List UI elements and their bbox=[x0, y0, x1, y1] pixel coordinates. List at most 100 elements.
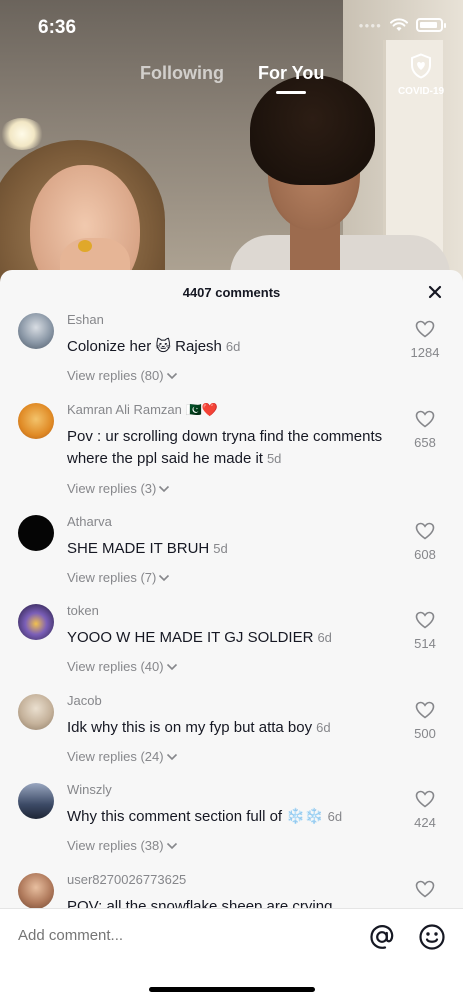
heart-icon bbox=[415, 611, 435, 629]
heart-icon bbox=[415, 410, 435, 427]
tab-following[interactable]: Following bbox=[140, 63, 224, 84]
comment-username[interactable]: Winszly bbox=[67, 782, 112, 797]
heart-icon bbox=[415, 522, 435, 539]
avatar[interactable] bbox=[18, 514, 54, 551]
chevron-down-icon bbox=[166, 753, 177, 760]
close-icon[interactable] bbox=[425, 282, 445, 302]
heart-icon bbox=[415, 790, 435, 808]
comment-text: Colonize her 🐱 Rajesh 6d bbox=[67, 336, 392, 358]
like-button[interactable]: 1284 bbox=[405, 320, 445, 360]
like-count: 658 bbox=[414, 434, 436, 450]
comments-count-title: 4407 comments bbox=[182, 285, 281, 300]
comment-username[interactable]: Eshan bbox=[67, 312, 104, 327]
comment-username[interactable]: user8270026773625 bbox=[67, 872, 186, 887]
comment-username[interactable]: Atharva bbox=[67, 514, 112, 529]
comment-body: SHE MADE IT BRUH bbox=[67, 539, 210, 557]
view-replies-label: View replies (3) bbox=[67, 480, 157, 496]
covid-info-button[interactable]: COVID-19 bbox=[395, 53, 447, 97]
comment-time: 6d bbox=[316, 719, 331, 735]
chevron-down-icon bbox=[166, 842, 177, 850]
like-count: 1284 bbox=[410, 345, 440, 360]
like-button[interactable]: 424 bbox=[405, 790, 445, 830]
view-replies-button[interactable]: View replies (38) bbox=[67, 838, 178, 853]
comments-header: 4407 comments bbox=[0, 270, 463, 315]
view-replies-label: View replies (80) bbox=[67, 368, 164, 383]
comment-body: Why this comment section full of ❄️❄️ bbox=[67, 808, 324, 825]
heart-icon bbox=[415, 320, 435, 338]
comment-username[interactable]: Jacob bbox=[67, 693, 102, 708]
shield-heart-icon bbox=[411, 53, 431, 79]
comment-body: Pov : ur scrolling down tryna find the c… bbox=[67, 427, 383, 467]
avatar[interactable] bbox=[18, 313, 54, 349]
comment-time: 5d bbox=[213, 540, 228, 556]
avatar[interactable] bbox=[18, 872, 54, 908]
signal-icon: ●●●● bbox=[358, 20, 382, 30]
view-replies-button[interactable]: View replies (24) bbox=[67, 749, 178, 764]
tab-active-indicator bbox=[276, 91, 306, 94]
like-count: 514 bbox=[414, 636, 436, 651]
comment-body: POV: all the snowflake sheep are crying bbox=[67, 897, 333, 909]
comment-username[interactable]: Kamran Ali Ramzan 🇵🇰❤️ bbox=[67, 402, 218, 418]
comment-item: Jacob Idk why this is on my fyp but atta… bbox=[0, 693, 463, 783]
comment-time: 6d bbox=[225, 339, 241, 354]
comments-list[interactable]: Eshan Colonize her 🐱 Rajesh 6d View repli… bbox=[0, 312, 463, 908]
comment-body: YOOO W HE MADE IT GJ SOLDIER bbox=[67, 629, 314, 646]
comment-body: Idk why this is on my fyp but atta boy bbox=[67, 718, 313, 736]
comment-body: Colonize her 🐱 Rajesh bbox=[67, 338, 222, 355]
status-bar: 6:36 ●●●● bbox=[0, 0, 463, 56]
like-button[interactable]: 658 bbox=[405, 410, 445, 450]
like-button[interactable]: 608 bbox=[405, 522, 445, 562]
video-lamp bbox=[0, 118, 44, 150]
comment-text: POV: all the snowflake sheep are crying bbox=[67, 896, 392, 909]
view-replies-label: View replies (38) bbox=[67, 838, 164, 853]
comment-time: 5d bbox=[266, 450, 282, 466]
like-button[interactable]: 514 bbox=[405, 611, 445, 651]
comment-input-bar bbox=[0, 908, 463, 1000]
comments-panel: 4407 comments Eshan Colonize her 🐱 Rajes… bbox=[0, 270, 463, 1000]
battery-icon bbox=[416, 18, 446, 32]
like-button[interactable]: 270 bbox=[405, 880, 445, 908]
view-replies-button[interactable]: View replies (40) bbox=[67, 659, 178, 674]
emoji-icon[interactable] bbox=[418, 923, 446, 951]
chevron-down-icon bbox=[166, 372, 177, 380]
comment-text: YOOO W HE MADE IT GJ SOLDIER 6d bbox=[67, 627, 392, 649]
avatar[interactable] bbox=[18, 402, 54, 439]
comment-text: SHE MADE IT BRUH 5d bbox=[67, 538, 392, 560]
heart-icon bbox=[415, 701, 435, 718]
avatar[interactable] bbox=[18, 604, 54, 640]
view-replies-button[interactable]: View replies (80) bbox=[67, 368, 178, 383]
video-person-right-hair bbox=[250, 75, 375, 185]
chevron-down-icon bbox=[159, 574, 170, 581]
comment-item: Winszly Why this comment section full of… bbox=[0, 782, 463, 872]
home-indicator[interactable] bbox=[149, 987, 315, 992]
add-comment-input[interactable] bbox=[18, 927, 318, 944]
view-replies-label: View replies (7) bbox=[67, 569, 157, 585]
like-count: 608 bbox=[414, 546, 436, 562]
view-replies-label: View replies (40) bbox=[67, 659, 164, 674]
view-replies-button[interactable]: View replies (3) bbox=[67, 481, 170, 496]
avatar[interactable] bbox=[18, 783, 54, 819]
covid-label: COVID-19 bbox=[397, 86, 445, 97]
comment-username[interactable]: token bbox=[67, 603, 99, 618]
comment-item: token YOOO W HE MADE IT GJ SOLDIER 6d Vie… bbox=[0, 603, 463, 693]
comment-item: Kamran Ali Ramzan 🇵🇰❤️ Pov : ur scrollin… bbox=[0, 402, 463, 514]
like-count: 424 bbox=[414, 815, 436, 830]
video-person-left-nail bbox=[78, 240, 92, 252]
avatar[interactable] bbox=[18, 693, 54, 730]
like-button[interactable]: 500 bbox=[405, 701, 445, 741]
comment-text: Why this comment section full of ❄️❄️ 6d bbox=[67, 806, 392, 828]
like-count: 500 bbox=[414, 725, 436, 741]
view-replies-label: View replies (24) bbox=[67, 748, 164, 764]
chevron-down-icon bbox=[166, 663, 177, 671]
status-time: 6:36 bbox=[38, 17, 77, 38]
comment-time: 6d bbox=[327, 809, 343, 824]
comment-item: Eshan Colonize her 🐱 Rajesh 6d View repli… bbox=[0, 312, 463, 402]
status-icons: ●●●● bbox=[358, 18, 446, 32]
tab-for-you[interactable]: For You bbox=[258, 63, 324, 84]
comment-text: Idk why this is on my fyp but atta boy 6d bbox=[67, 717, 392, 739]
mention-icon[interactable] bbox=[368, 923, 396, 951]
heart-icon bbox=[415, 880, 435, 897]
comment-item: user8270026773625 POV: all the snowflake… bbox=[0, 872, 463, 909]
chevron-down-icon bbox=[159, 485, 170, 492]
view-replies-button[interactable]: View replies (7) bbox=[67, 570, 170, 585]
